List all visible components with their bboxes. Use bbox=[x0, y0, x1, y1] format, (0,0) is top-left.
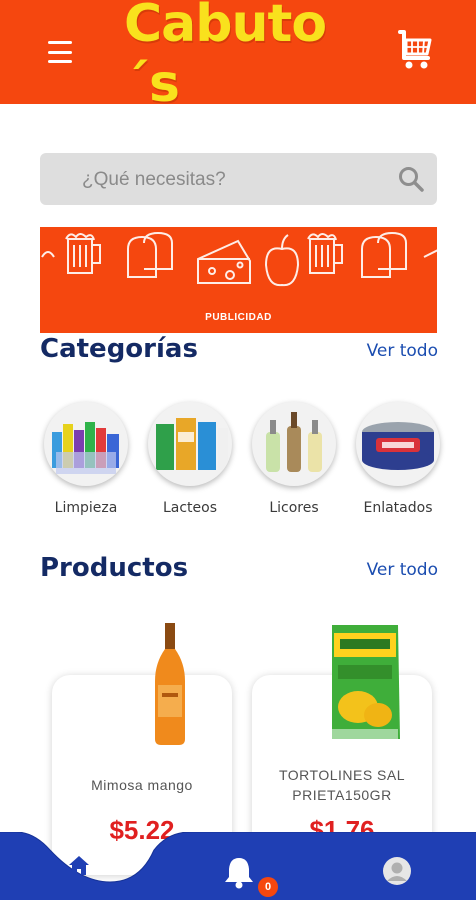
categories-title: Categorías bbox=[40, 334, 198, 364]
app-logo: Cabuto´s bbox=[124, 0, 327, 114]
category-label: Licores bbox=[269, 500, 319, 516]
products-see-all-link[interactable]: Ver todo bbox=[367, 560, 438, 580]
category-label: Lacteos bbox=[162, 500, 218, 516]
home-icon[interactable] bbox=[64, 850, 94, 880]
category-item-licores[interactable]: Licores bbox=[244, 398, 344, 516]
categories-list: Limpieza Lacteos Licores Enlatados bbox=[36, 398, 446, 528]
user-profile-icon[interactable] bbox=[382, 856, 412, 886]
category-item-lacteos[interactable]: Lacteos bbox=[140, 398, 240, 516]
banner-label: PUBLICIDAD bbox=[205, 312, 272, 323]
notifications-badge: 0 bbox=[258, 877, 278, 897]
category-item-limpieza[interactable]: Limpieza bbox=[36, 398, 136, 516]
notifications-bell-icon[interactable] bbox=[222, 854, 256, 890]
category-image bbox=[148, 402, 232, 486]
category-label: Limpieza bbox=[54, 500, 118, 516]
products-title: Productos bbox=[40, 553, 189, 583]
search-icon[interactable] bbox=[397, 165, 425, 193]
app-header: Cabuto´s bbox=[0, 0, 476, 114]
shopping-cart-icon[interactable] bbox=[394, 28, 434, 72]
product-name: Mimosa mango bbox=[91, 777, 193, 793]
category-label: Enlatados bbox=[363, 500, 433, 516]
products-list: Mimosa mango $5.22 TORTOLINES SAL PRIETA… bbox=[0, 615, 476, 875]
hamburger-menu-icon[interactable] bbox=[48, 40, 76, 64]
product-image bbox=[150, 623, 190, 750]
advertisement-banner[interactable]: PUBLICIDAD bbox=[40, 227, 437, 333]
product-image bbox=[328, 621, 402, 748]
category-image bbox=[44, 402, 128, 486]
category-image bbox=[356, 402, 440, 486]
bottom-navigation: 0 bbox=[0, 832, 476, 900]
category-image bbox=[252, 402, 336, 486]
product-name: TORTOLINES SAL PRIETA150GR bbox=[278, 767, 406, 803]
search-bar bbox=[40, 153, 437, 207]
category-item-enlatados[interactable]: Enlatados bbox=[348, 398, 448, 516]
categories-see-all-link[interactable]: Ver todo bbox=[367, 341, 438, 361]
search-input[interactable] bbox=[80, 153, 384, 207]
